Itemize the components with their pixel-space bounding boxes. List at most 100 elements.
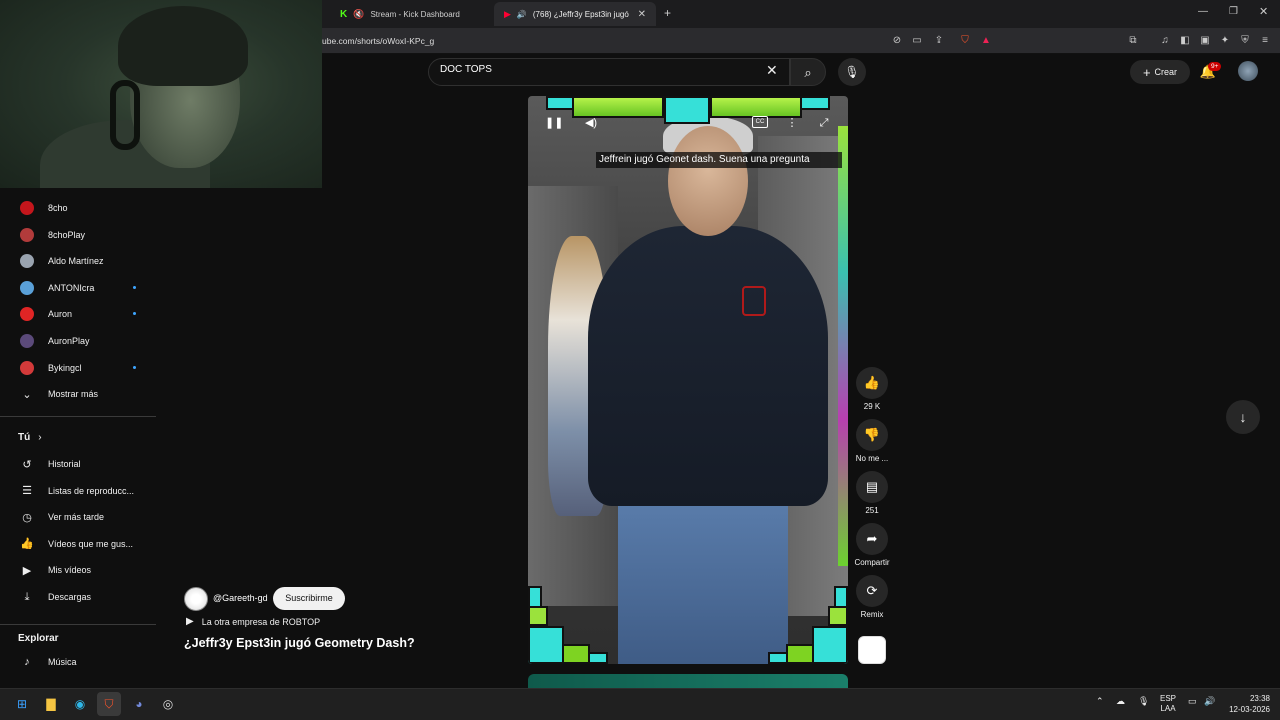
screenshot-icon[interactable]: ⧉: [1124, 32, 1142, 50]
search-button[interactable]: ⌕: [790, 58, 826, 86]
account-avatar[interactable]: [1238, 61, 1258, 81]
subscription-item[interactable]: 8choPlay: [12, 222, 156, 248]
restore-icon[interactable]: ❐: [1229, 6, 1238, 17]
webcam-hair: [118, 6, 248, 86]
clear-search-icon[interactable]: ✕: [766, 62, 778, 79]
share-arrow-icon: ➦: [866, 531, 878, 546]
show-more-button[interactable]: ⌄ Mostrar más: [12, 381, 156, 407]
subscription-label: Bykingcl: [48, 362, 82, 373]
sidebar-item[interactable]: ⤓ Descargas: [12, 584, 156, 610]
cast-icon[interactable]: ▭: [908, 32, 926, 50]
video-subject-head: [668, 126, 748, 236]
search-query: DOC TOPS: [440, 64, 492, 75]
shorts-video-player[interactable]: [528, 96, 848, 664]
subscription-item[interactable]: AuronPlay: [12, 328, 156, 354]
tab-youtube-short[interactable]: ▶ 🔊 (768) ¿Jeffr3y Epst3in jugó Ge ✕: [494, 2, 656, 26]
close-tab-icon[interactable]: ✕: [638, 9, 646, 20]
new-content-dot: [133, 312, 136, 316]
channel-name[interactable]: @Gareeth-gd: [213, 593, 268, 603]
mute-icon[interactable]: 🔇: [353, 9, 364, 20]
sidebar-toggle-icon[interactable]: ◧: [1176, 32, 1194, 50]
like-button[interactable]: 👍: [856, 367, 888, 399]
subscription-item[interactable]: ANTONIcra: [12, 275, 156, 301]
tab-kick-dashboard[interactable]: K 🔇 Stream - Kick Dashboard: [330, 2, 490, 26]
channel-avatar: [20, 280, 34, 295]
video-title[interactable]: ¿Jeffr3y Epst3in jugó Geometry Dash?: [184, 636, 415, 650]
notification-badge: 9+: [1208, 62, 1222, 71]
tray-app-icon[interactable]: ☁: [1116, 696, 1125, 707]
sidebar-item-label: Mis vídeos: [48, 565, 92, 576]
mic-icon: 🎙: [844, 65, 860, 79]
sidebar-item[interactable]: ☰ Listas de reproducc...: [12, 478, 156, 504]
language-indicator[interactable]: ESP LAA: [1160, 694, 1176, 714]
gd-block: [768, 652, 788, 664]
sidebar-item-label: Ver más tarde: [48, 512, 105, 523]
sidebar-item[interactable]: 👍 Vídeos que me gus...: [12, 531, 156, 557]
wallet-icon[interactable]: ▣: [1196, 32, 1214, 50]
volume-icon[interactable]: ◀): [582, 114, 600, 132]
sound-channel-thumbnail[interactable]: [858, 636, 886, 664]
discord-icon[interactable]: ◕: [127, 692, 151, 716]
subscription-item[interactable]: Auron: [12, 301, 156, 327]
volume-tray-icon[interactable]: 🔊: [1204, 696, 1215, 707]
no-image-icon[interactable]: ⊘: [888, 32, 906, 50]
create-button[interactable]: + Crear: [1130, 60, 1190, 84]
captions-button[interactable]: CC: [752, 116, 768, 128]
sidebar-divider: [0, 416, 156, 417]
leo-ai-icon[interactable]: ✦: [1216, 32, 1234, 50]
sidebar-item[interactable]: ♪ Música: [12, 649, 156, 675]
vpn-icon[interactable]: ⛨: [1236, 32, 1254, 50]
music-link[interactable]: ▶ La otra empresa de ROBTOP: [186, 616, 320, 627]
channel-avatar: [20, 307, 34, 322]
network-icon[interactable]: ▭: [1188, 696, 1197, 707]
gd-side-strip: [838, 126, 848, 566]
edge-icon[interactable]: ◉: [68, 692, 92, 716]
thumbs-up-icon: 👍: [863, 375, 881, 390]
file-explorer-icon[interactable]: ▇: [39, 692, 63, 716]
channel-avatar[interactable]: [184, 587, 208, 611]
search-icon: ⌕: [804, 65, 812, 80]
music-player-icon[interactable]: ♫: [1156, 32, 1174, 50]
new-content-dot: [133, 365, 136, 369]
fullscreen-icon[interactable]: ⤢: [815, 114, 833, 132]
music-title: La otra empresa de ROBTOP: [201, 616, 321, 627]
subscription-label: 8choPlay: [48, 229, 86, 240]
next-short-button[interactable]: ↓: [1226, 400, 1260, 434]
comments-button[interactable]: ▤: [856, 471, 888, 503]
share-icon[interactable]: ⇪: [930, 32, 948, 50]
speaker-icon[interactable]: 🔊: [517, 10, 527, 19]
brave-shield-icon[interactable]: ⛉: [956, 32, 974, 50]
share-button[interactable]: ➦: [856, 523, 888, 555]
minimize-icon[interactable]: —: [1198, 6, 1208, 17]
url-field[interactable]: ube.com/shorts/oWoxI-KPc_g: [322, 33, 952, 49]
explore-section-title: Explorar: [18, 633, 59, 644]
sidebar-item[interactable]: ◷ Ver más tarde: [12, 504, 156, 530]
gd-block: [588, 652, 608, 664]
more-options-icon[interactable]: ⋮: [783, 114, 801, 132]
tray-expand-icon[interactable]: ⌃: [1096, 696, 1104, 707]
next-short-preview[interactable]: [528, 674, 848, 688]
windows-start-icon[interactable]: ⊞: [10, 692, 34, 716]
you-section-title[interactable]: Tú ›: [18, 432, 42, 443]
subscription-item[interactable]: Bykingcl: [12, 355, 156, 381]
pause-icon[interactable]: ❚❚: [545, 114, 563, 132]
obs-icon[interactable]: ◎: [156, 692, 180, 716]
sidebar-item[interactable]: ▶ Mis vídeos: [12, 557, 156, 583]
voice-search-button[interactable]: 🎙: [838, 58, 866, 86]
brave-icon[interactable]: ⛉: [97, 692, 121, 716]
gd-block: [546, 96, 574, 110]
new-tab-icon[interactable]: +: [664, 6, 671, 20]
menu-icon[interactable]: ≡: [1256, 32, 1274, 50]
remix-icon: ⟳: [866, 583, 878, 598]
sidebar-item[interactable]: ↺ Historial: [12, 451, 156, 477]
remix-button[interactable]: ⟳: [856, 575, 888, 607]
tray-mic-icon[interactable]: 🎙: [1138, 696, 1149, 707]
channel-avatar: [20, 254, 34, 269]
brave-rewards-icon[interactable]: ▲: [977, 32, 995, 50]
clock[interactable]: 23:38 12-03-2026: [1226, 693, 1270, 715]
subscribe-button[interactable]: Suscribirme: [273, 587, 345, 610]
dislike-button[interactable]: 👎: [856, 419, 888, 451]
close-window-icon[interactable]: ✕: [1259, 5, 1268, 18]
subscription-item[interactable]: Aldo Martínez: [12, 248, 156, 274]
subscription-item[interactable]: 8cho: [12, 195, 156, 221]
